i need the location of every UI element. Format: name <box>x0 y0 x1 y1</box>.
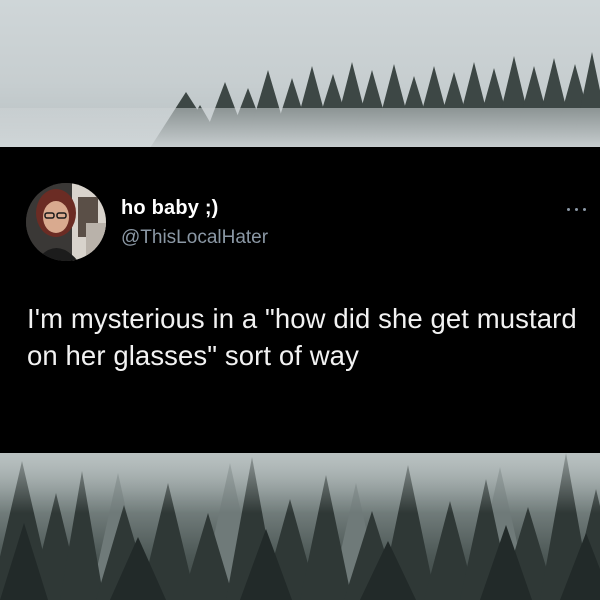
fog-overlay <box>0 453 600 513</box>
avatar[interactable] <box>26 183 106 261</box>
forest-photo-bottom <box>0 453 600 600</box>
tweet-card[interactable]: ho baby ;) @ThisLocalHater I'm mysteriou… <box>0 147 600 453</box>
display-name[interactable]: ho baby ;) <box>121 197 219 220</box>
forest-photo-top <box>0 0 600 148</box>
mist-overlay <box>0 108 600 148</box>
tweet-text: I'm mysterious in a "how did she get mus… <box>27 303 577 371</box>
profile-photo <box>26 183 106 261</box>
more-horizontal-icon[interactable] <box>565 202 589 216</box>
user-handle[interactable]: @ThisLocalHater <box>121 227 268 249</box>
meme-canvas: ho baby ;) @ThisLocalHater I'm mysteriou… <box>0 0 600 600</box>
